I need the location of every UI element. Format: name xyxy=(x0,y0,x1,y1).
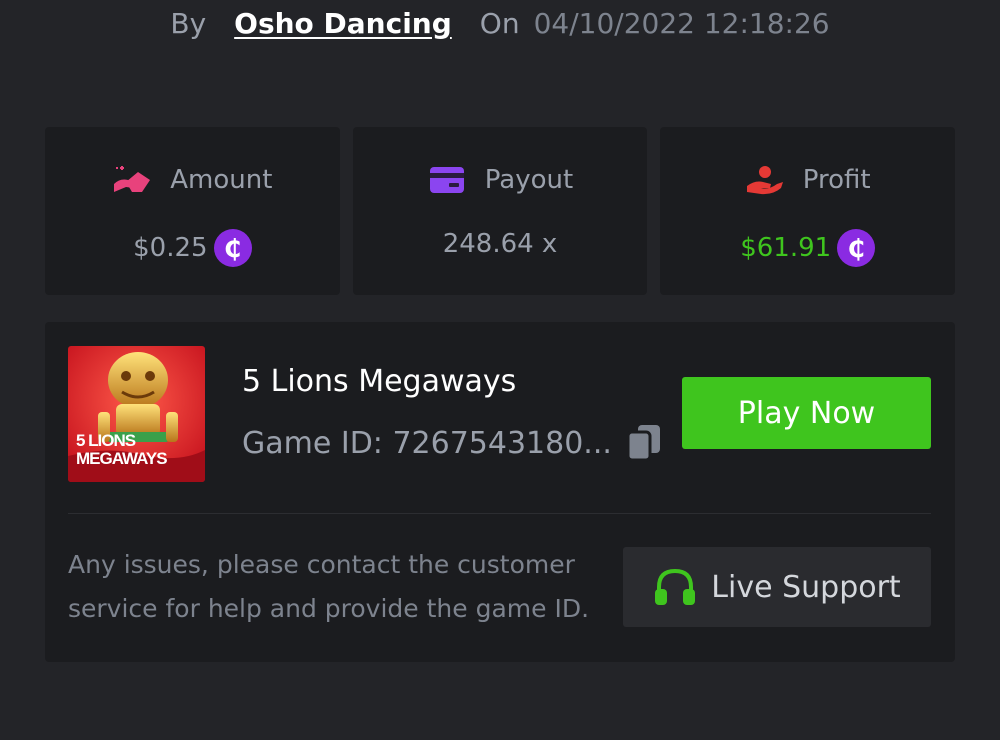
bet-stats: Amount $0.25 ₵ Payout 248.64 x Profit $6… xyxy=(45,127,956,295)
game-card: 5 LIONS MEGAWAYS 5 Lions Megaways Game I… xyxy=(45,322,955,662)
game-thumbnail[interactable]: 5 LIONS MEGAWAYS xyxy=(68,346,205,482)
coin-icon: ₵ xyxy=(837,229,876,267)
payout-card: Payout 248.64 x xyxy=(352,127,648,295)
payout-value: 248.64 x xyxy=(442,229,558,259)
bet-timestamp: 04/10/2022 12:18:26 xyxy=(533,6,830,40)
coin-icon: ₵ xyxy=(213,229,252,267)
live-support-button[interactable]: Live Support xyxy=(623,547,931,627)
profit-card: Profit $61.91 ₵ xyxy=(660,127,956,295)
amount-value: $0.25 xyxy=(133,233,208,263)
thumb-text-line2: MEGAWAYS xyxy=(76,449,168,468)
hand-coin-icon xyxy=(112,163,152,197)
divider xyxy=(68,513,931,514)
help-text: Any issues, please contact the customer … xyxy=(68,550,590,623)
game-id-text: Game ID: 7267543180... xyxy=(242,425,612,461)
profit-value: $61.91 xyxy=(740,233,832,263)
amount-label: Amount xyxy=(170,165,273,195)
game-title: 5 Lions Megaways xyxy=(242,364,517,399)
live-support-label: Live Support xyxy=(711,569,901,605)
payout-label: Payout xyxy=(484,165,574,195)
username-link[interactable]: Osho Dancing xyxy=(234,7,452,40)
game-id-row: Game ID: 7267543180... xyxy=(242,424,662,462)
card-icon xyxy=(427,163,467,197)
thumb-text-line1: 5 LIONS xyxy=(76,431,136,450)
copy-icon[interactable] xyxy=(626,424,662,462)
profit-label: Profit xyxy=(802,165,871,195)
hand-heart-icon xyxy=(745,163,785,197)
bet-byline: By Osho Dancing On 04/10/2022 12:18:26 xyxy=(0,0,1000,46)
by-label: By xyxy=(170,6,207,40)
on-label: On xyxy=(479,6,520,40)
play-now-button[interactable]: Play Now xyxy=(682,377,931,449)
amount-card: Amount $0.25 ₵ xyxy=(45,127,340,295)
headset-icon xyxy=(653,567,697,607)
